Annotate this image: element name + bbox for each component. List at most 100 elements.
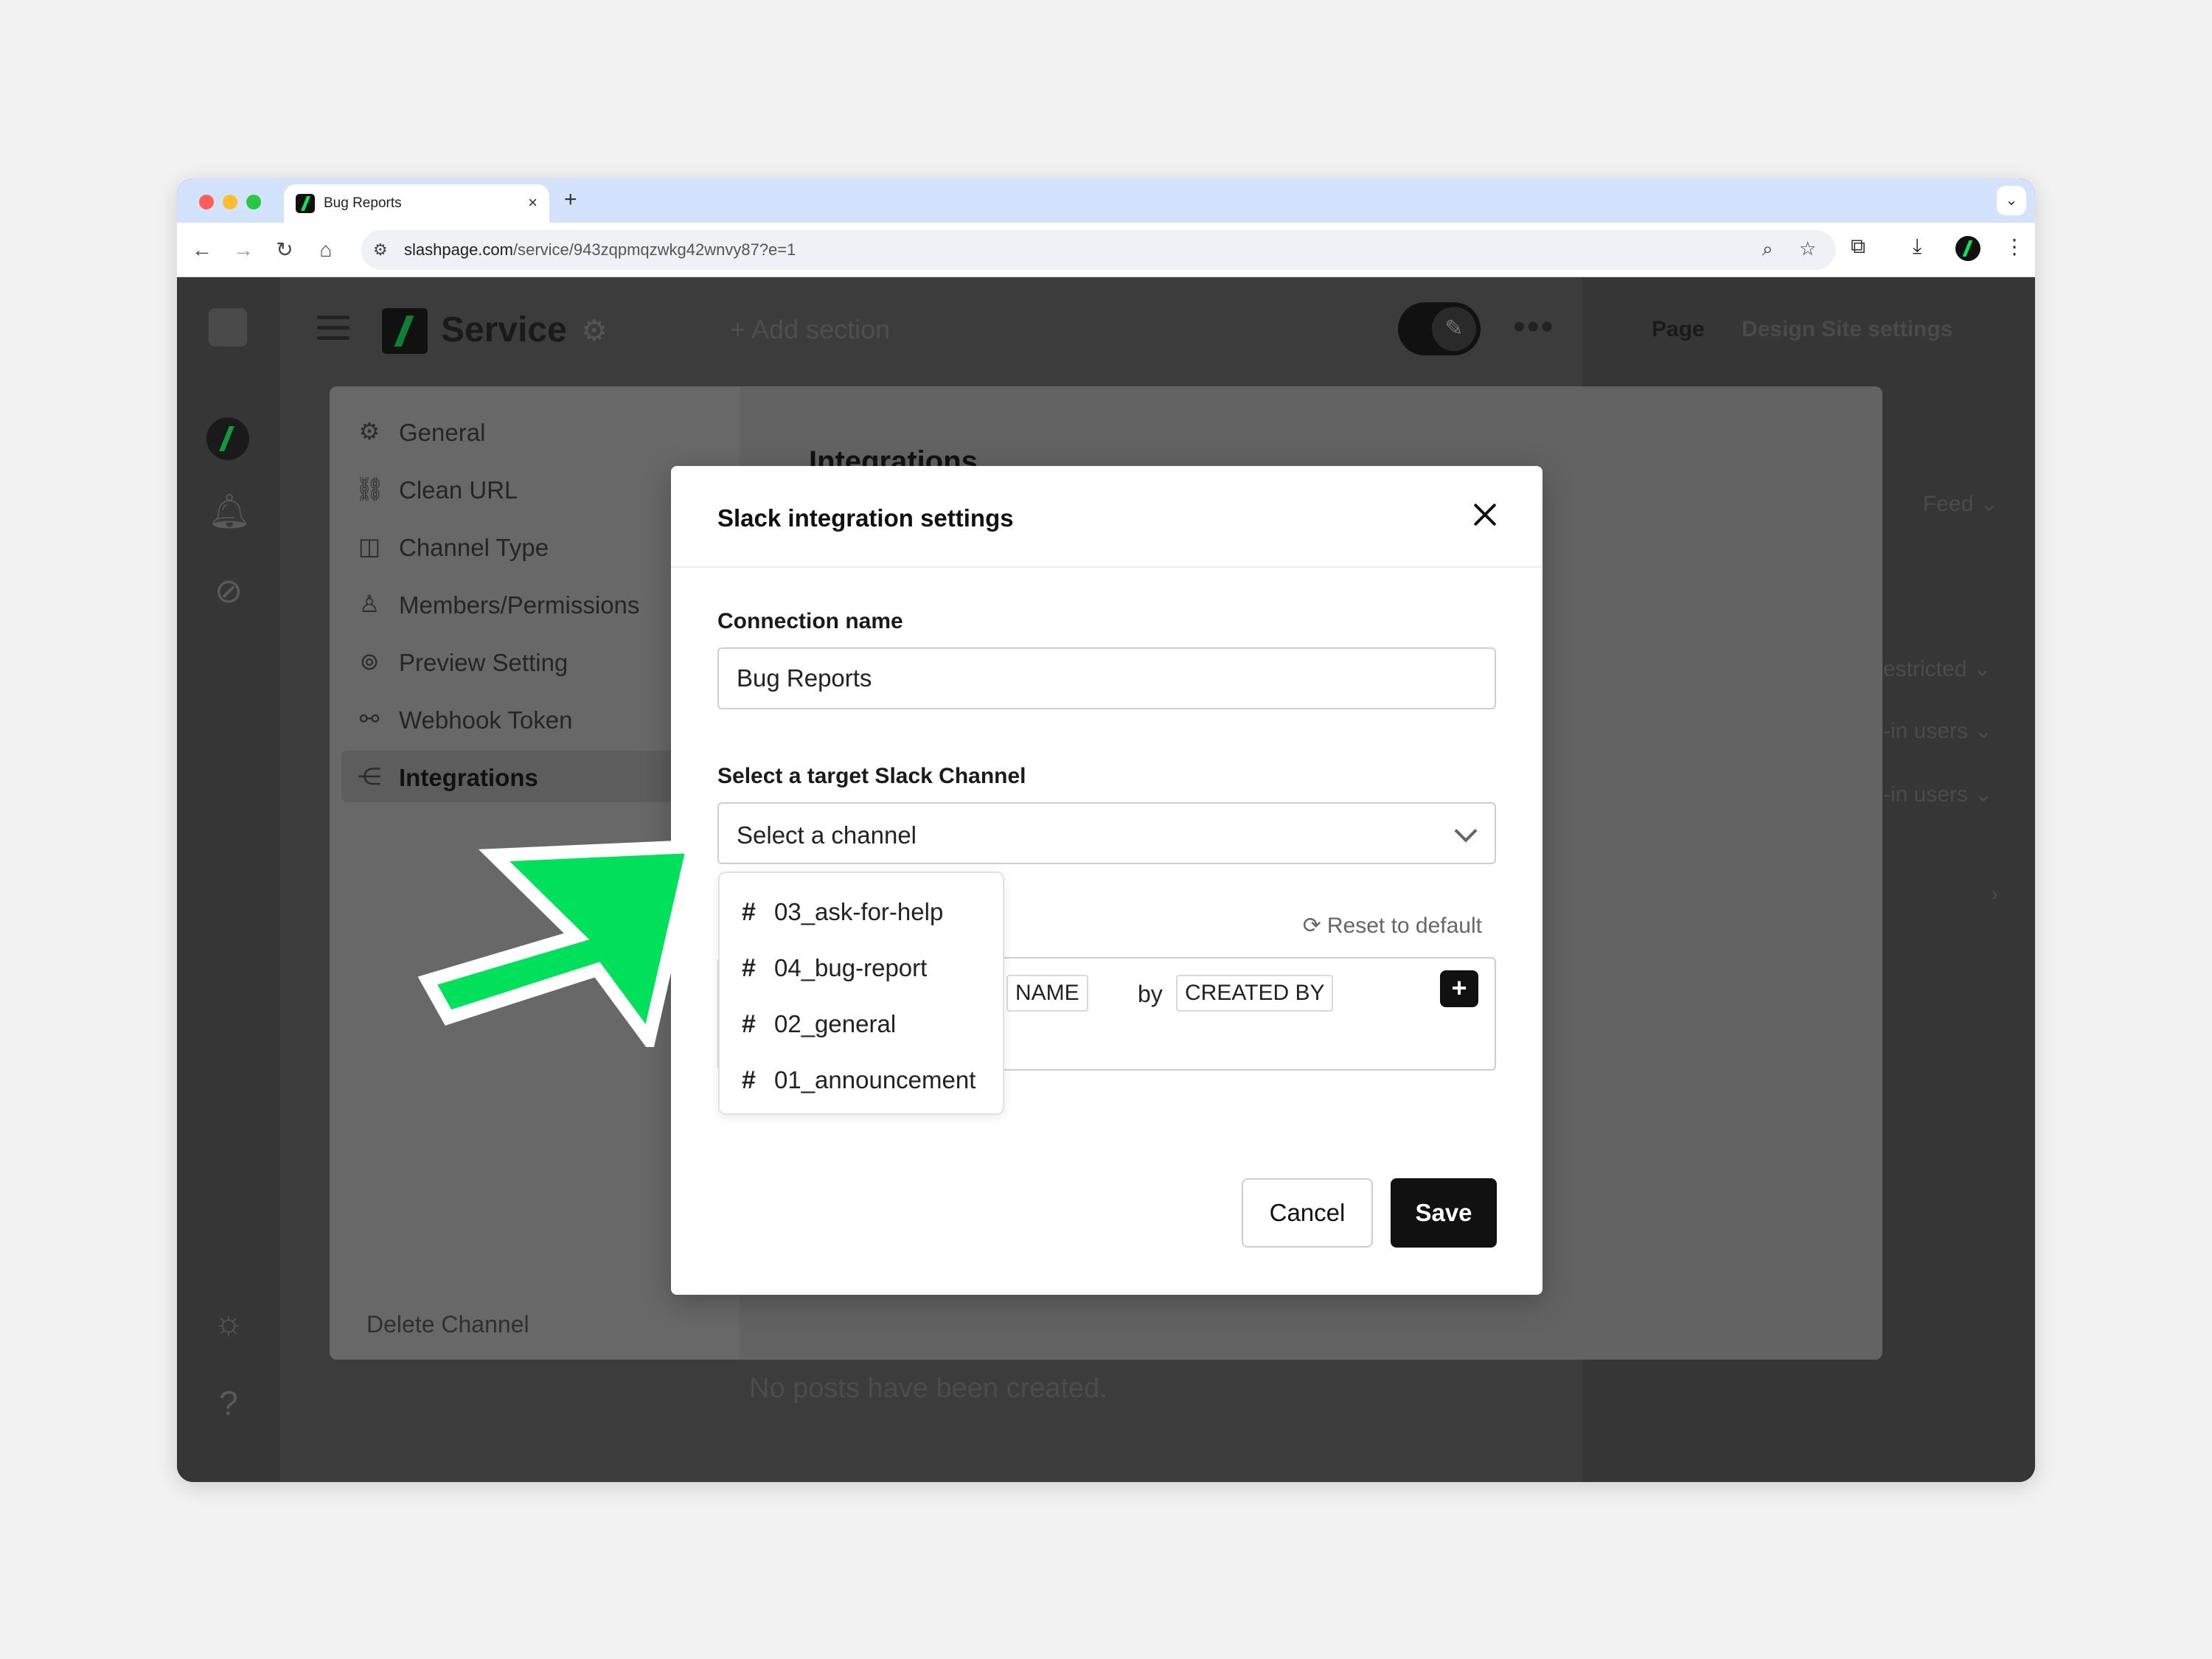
channel-option-label: 03_ask-for-help: [774, 898, 944, 925]
cancel-button[interactable]: Cancel: [1242, 1178, 1373, 1248]
service-settings-gear-icon[interactable]: ⚙: [581, 314, 608, 348]
channel-dropdown-menu: # 03_ask-for-help # 04_bug-report # 02_g…: [718, 872, 1004, 1115]
new-tab-button[interactable]: +: [564, 187, 577, 212]
settings-item-channel-type[interactable]: ◫ Channel Type: [355, 521, 716, 572]
channel-option[interactable]: # 03_ask-for-help: [742, 888, 1000, 933]
person-icon: ♙: [358, 591, 380, 617]
channel-option-label: 04_bug-report: [774, 954, 928, 981]
tab-bar: Bug Reports × + ⌄: [177, 178, 2035, 223]
left-rail: 🔔︎ ⊘ ☼ ?: [177, 277, 280, 1482]
settings-item-label: Clean URL: [399, 476, 518, 504]
compass-icon[interactable]: ⊘: [208, 571, 249, 611]
address-bar[interactable]: ⚙ slashpage.com/service/943zqpmqzwkg42wn…: [361, 230, 1836, 270]
settings-item-label: Webhook Token: [399, 706, 573, 734]
close-icon[interactable]: [1469, 498, 1501, 531]
connection-name-label: Connection name: [717, 609, 903, 633]
channel-option-label: 01_announcement: [774, 1066, 976, 1093]
service-logo-icon: [382, 308, 428, 354]
download-icon[interactable]: ⤓: [1913, 234, 1921, 259]
delete-channel-button[interactable]: Delete Channel: [366, 1311, 529, 1338]
edit-mode-toggle[interactable]: ✎: [1398, 302, 1481, 355]
template-chip-created-by[interactable]: CREATED BY: [1176, 975, 1334, 1012]
modal-header: Slack integration settings: [671, 466, 1543, 568]
settings-item-members[interactable]: ♙ Members/Permissions: [355, 578, 716, 630]
save-button[interactable]: Save: [1391, 1178, 1497, 1248]
url-domain: slashpage.com: [404, 240, 513, 259]
hash-icon: #: [742, 1010, 756, 1038]
settings-item-label: Members/Permissions: [399, 591, 640, 619]
slack-channel-select[interactable]: Select a channel: [717, 802, 1496, 864]
browser-tab[interactable]: Bug Reports ×: [284, 184, 549, 223]
hash-icon: #: [742, 1066, 756, 1094]
hash-icon: #: [742, 954, 756, 982]
sun-icon[interactable]: ☼: [208, 1302, 249, 1342]
hamburger-menu-icon[interactable]: [317, 316, 349, 347]
feed-dropdown[interactable]: Feed ⌄: [1923, 491, 1998, 517]
channel-option[interactable]: # 02_general: [742, 1000, 1000, 1046]
zoom-icon[interactable]: ⌕: [1762, 237, 1773, 261]
profile-avatar[interactable]: [1955, 236, 1980, 261]
add-section-button[interactable]: + Add section: [730, 314, 890, 345]
preview-icon: ⊚: [359, 648, 380, 675]
select-placeholder: Select a channel: [737, 821, 917, 849]
bookmark-star-icon[interactable]: ☆: [1799, 237, 1816, 260]
modal-title: Slack integration settings: [717, 504, 1014, 532]
slashpage-favicon-icon: [296, 194, 315, 213]
chevron-right-icon[interactable]: ›: [1991, 882, 1998, 907]
extensions-icon[interactable]: ⧉: [1851, 234, 1865, 259]
forward-icon[interactable]: →: [230, 236, 257, 264]
channel-option-label: 02_general: [774, 1010, 897, 1037]
channel-option[interactable]: # 01_announcement: [742, 1056, 1000, 1102]
minimize-window-dot[interactable]: [223, 195, 237, 209]
connection-name-input[interactable]: [717, 647, 1496, 709]
back-icon[interactable]: ←: [189, 236, 215, 264]
close-window-dot[interactable]: [199, 195, 214, 209]
workspace-avatar[interactable]: [206, 417, 249, 460]
gear-icon: ⚙: [358, 418, 380, 445]
help-icon[interactable]: ?: [208, 1383, 249, 1423]
bell-icon[interactable]: 🔔︎: [208, 491, 251, 532]
zoom-window-dot[interactable]: [246, 195, 261, 209]
tab-close-icon[interactable]: ×: [528, 193, 538, 212]
refresh-icon: ⟳: [1302, 914, 1321, 938]
settings-item-label: General: [399, 419, 486, 446]
slack-channel-label: Select a target Slack Channel: [717, 764, 1026, 788]
browser-toolbar: ← → ↻ ⌂ ⚙ slashpage.com/service/943zqpmq…: [177, 223, 2035, 277]
webhook-icon: ⚯: [359, 706, 380, 732]
tab-design[interactable]: Design: [1742, 317, 1815, 342]
users-dropdown-1[interactable]: -in users ⌄: [1883, 718, 1993, 744]
settings-item-preview[interactable]: ⊚ Preview Setting: [355, 636, 716, 687]
add-variable-button[interactable]: +: [1440, 970, 1478, 1007]
reset-to-default-button[interactable]: ⟳ Reset to default: [1303, 913, 1482, 939]
tab-search-chevron-icon[interactable]: ⌄: [1997, 186, 2026, 215]
tab-page[interactable]: Page: [1652, 317, 1705, 342]
access-dropdown[interactable]: estricted ⌄: [1883, 656, 1992, 682]
reload-icon[interactable]: ↻: [271, 236, 298, 264]
tab-site-settings[interactable]: Site settings: [1821, 317, 1952, 342]
channel-option[interactable]: # 04_bug-report: [742, 944, 1000, 990]
link-icon: ⛓: [355, 476, 385, 502]
chevron-down-icon: [1454, 819, 1478, 843]
browser-menu-icon[interactable]: ⋮: [2004, 234, 2025, 259]
settings-item-webhook[interactable]: ⚯ Webhook Token: [355, 693, 716, 745]
template-chip-name[interactable]: NAME: [1006, 975, 1088, 1012]
layout-icon: ◫: [358, 533, 381, 560]
annotation-arrow-icon: [417, 839, 702, 1047]
settings-item-general[interactable]: ⚙ General: [355, 406, 716, 457]
reset-label: Reset to default: [1326, 914, 1482, 938]
app-logo-icon[interactable]: [209, 308, 247, 347]
pencil-icon: ✎: [1432, 307, 1476, 351]
empty-state-text: No posts have been created.: [749, 1373, 1107, 1404]
url-text: slashpage.com/service/943zqpmqzwkg42wnvy…: [404, 240, 796, 260]
service-title[interactable]: Service: [441, 310, 567, 350]
hash-icon: #: [742, 898, 756, 926]
tab-title: Bug Reports: [324, 195, 402, 211]
settings-item-label: Channel Type: [399, 534, 549, 561]
home-icon[interactable]: ⌂: [313, 236, 339, 264]
site-info-icon[interactable]: ⚙: [373, 240, 388, 260]
integrations-icon: ⋲: [358, 763, 381, 790]
url-path: /service/943zqpmqzwkg42wnvy87?e=1: [512, 240, 796, 259]
users-dropdown-2[interactable]: -in users ⌄: [1883, 782, 1993, 807]
settings-item-clean-url[interactable]: ⛓ Clean URL: [355, 463, 716, 515]
more-options-icon[interactable]: •••: [1513, 307, 1554, 347]
